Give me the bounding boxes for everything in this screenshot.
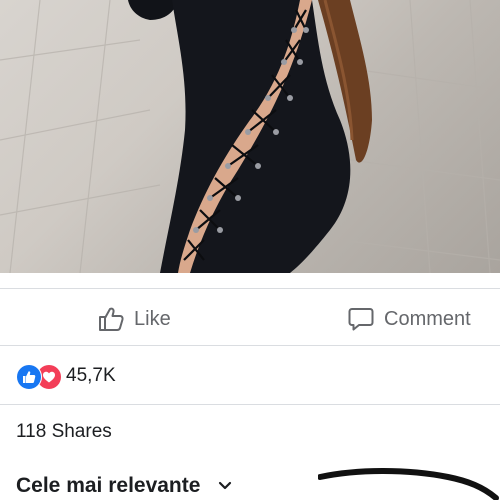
like-label: Like xyxy=(134,307,171,330)
post-action-bar: Like Comment xyxy=(0,296,500,342)
comment-sort-label: Cele mai relevante xyxy=(16,474,201,497)
reaction-count: 45,7K xyxy=(66,365,116,386)
comment-button[interactable]: Comment xyxy=(348,296,471,342)
comment-label: Comment xyxy=(384,307,471,330)
divider-bottom xyxy=(0,404,500,405)
speech-bubble-icon xyxy=(348,306,374,332)
post-photo[interactable] xyxy=(0,0,500,273)
comment-sort-dropdown[interactable]: Cele mai relevante xyxy=(16,474,232,498)
chevron-down-icon xyxy=(218,481,232,491)
divider-middle xyxy=(0,345,500,346)
hand-drawn-scribble xyxy=(318,468,499,500)
like-button[interactable]: Like xyxy=(98,296,171,342)
thumbs-up-icon xyxy=(98,306,124,332)
reactions-summary[interactable]: 45,7K xyxy=(16,362,116,390)
like-reaction-icon xyxy=(16,364,42,390)
divider-top xyxy=(0,288,500,289)
shares-count[interactable]: 118 Shares xyxy=(16,421,112,443)
post-photo-graphic xyxy=(0,0,500,273)
reaction-icons xyxy=(16,363,66,390)
